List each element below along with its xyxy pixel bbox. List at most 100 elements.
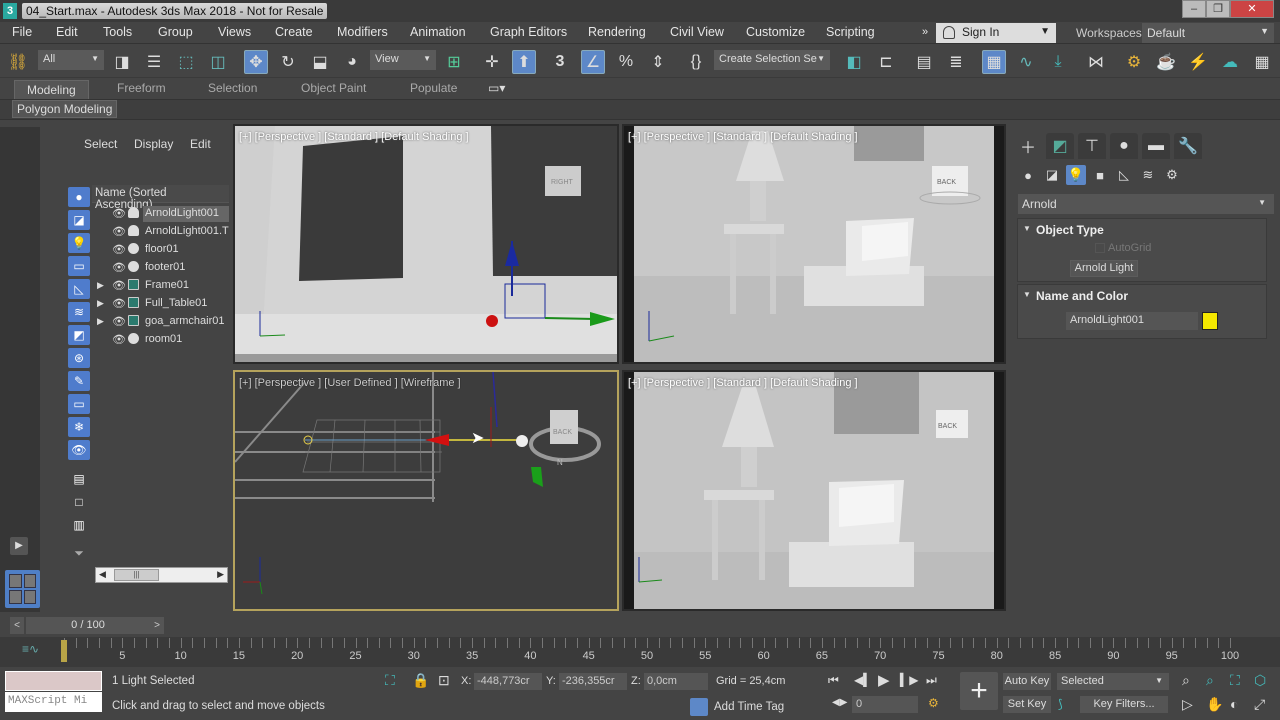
ribbon-options-icon[interactable]: ▭▾: [488, 81, 505, 95]
helpers-category-icon[interactable]: ◺: [1114, 165, 1134, 185]
geometry-category-icon[interactable]: ●: [1018, 165, 1038, 185]
ribbon-tab-object-paint[interactable]: Object Paint: [301, 81, 366, 95]
menu-views[interactable]: Views: [218, 25, 251, 39]
render-setup-icon[interactable]: ⚙: [1122, 50, 1146, 74]
window-crossing-icon[interactable]: ◫: [206, 50, 230, 74]
key-mode-toggle-icon[interactable]: ◀▶: [832, 697, 847, 708]
edit-named-selection-icon[interactable]: {}: [684, 50, 708, 74]
select-and-place-icon[interactable]: ◕: [340, 50, 364, 74]
filter-geometry-icon[interactable]: ●: [68, 187, 90, 207]
snaps-toggle-icon[interactable]: 3: [548, 50, 572, 74]
viewport-top-left[interactable]: RIGHT [+] [Perspective ] [Standard ] [De…: [233, 124, 619, 364]
display-all-icon[interactable]: ▤: [68, 469, 90, 489]
display-tab-icon[interactable]: ▬: [1142, 133, 1170, 159]
scene-explorer-scrollbar[interactable]: ◀ ||| ▶: [95, 567, 228, 583]
curve-editor-icon[interactable]: ∿: [1014, 50, 1038, 74]
ribbon-tab-selection[interactable]: Selection: [208, 81, 257, 95]
viewport-top-right[interactable]: BACK [+] [Perspective ] [Standard ] [Def…: [622, 124, 1006, 364]
menu-modifiers[interactable]: Modifiers: [337, 25, 388, 39]
restore-button[interactable]: ❐: [1206, 0, 1230, 18]
ribbon-toggle-icon[interactable]: ▦: [982, 50, 1006, 74]
zoom-extents-icon[interactable]: ⛶: [1230, 672, 1240, 689]
viewport-layout-button[interactable]: [5, 570, 40, 608]
auto-key-button[interactable]: Auto Key: [1003, 673, 1051, 690]
viewport-label[interactable]: [+] [Perspective ] [Standard ] [Default …: [239, 131, 469, 143]
lights-category-icon[interactable]: 💡: [1066, 165, 1086, 185]
ribbon-tab-freeform[interactable]: Freeform: [117, 81, 166, 95]
go-to-start-icon[interactable]: ⏮: [828, 673, 839, 688]
select-and-rotate-icon[interactable]: ↻: [276, 50, 300, 74]
schematic-view-icon[interactable]: ⋈: [1084, 50, 1108, 74]
rollout-title[interactable]: Name and Color: [1036, 289, 1128, 303]
filter-groups-icon[interactable]: ◩: [68, 325, 90, 345]
rendered-frame-window-icon[interactable]: ☕: [1154, 50, 1178, 74]
key-filters-button[interactable]: Key Filters...: [1080, 696, 1168, 713]
zoom-all-icon[interactable]: ⌕: [1206, 672, 1214, 689]
motion-tab-icon[interactable]: ●: [1110, 133, 1138, 159]
polygon-modeling-panel[interactable]: Polygon Modeling: [12, 100, 118, 118]
go-to-end-icon[interactable]: ⏭: [926, 673, 937, 688]
filter-options-icon[interactable]: ⏷: [68, 543, 90, 563]
list-item[interactable]: 👁 floor01: [95, 241, 229, 259]
utilities-tab-icon[interactable]: 🔧: [1174, 133, 1202, 159]
menu-customize[interactable]: Customize: [746, 25, 805, 39]
expand-icon[interactable]: ▶: [97, 316, 104, 327]
viewport-bottom-right[interactable]: BACK [+] [Perspective ] [Standard ] [Def…: [622, 370, 1006, 611]
visibility-eye-icon[interactable]: 👁: [112, 207, 126, 220]
hierarchy-tab-icon[interactable]: ⊤: [1078, 133, 1106, 159]
scroll-left-icon[interactable]: ◀: [99, 569, 106, 580]
dope-sheet-icon[interactable]: ⤓: [1046, 50, 1070, 74]
isolate-selection-icon[interactable]: ⛶: [385, 672, 395, 689]
field-of-view-icon[interactable]: ▷: [1182, 696, 1193, 713]
z-coordinate-input[interactable]: 0,0cm: [644, 673, 708, 690]
select-manipulate-icon[interactable]: ✛: [480, 50, 504, 74]
percent-snap-icon[interactable]: %: [614, 50, 638, 74]
frame-ruler[interactable]: 0510152025303540455055606570758085909510…: [60, 638, 1240, 664]
expand-icon[interactable]: ▶: [97, 280, 104, 291]
render-cloud-icon[interactable]: ☁: [1218, 50, 1242, 74]
zoom-icon[interactable]: ⌕: [1182, 672, 1190, 689]
rollout-title[interactable]: Object Type: [1036, 223, 1104, 237]
menu-scripting[interactable]: Scripting: [826, 25, 875, 39]
visibility-eye-icon[interactable]: 👁: [112, 261, 126, 274]
previous-key-icon[interactable]: ◀▍: [854, 673, 872, 687]
x-coordinate-input[interactable]: -448,773cr: [474, 673, 542, 690]
light-type-dropdown[interactable]: Arnold ▼: [1018, 194, 1274, 214]
visibility-eye-icon[interactable]: 👁: [112, 243, 126, 256]
menu-tools[interactable]: Tools: [103, 25, 132, 39]
space-warps-category-icon[interactable]: ≋: [1138, 165, 1158, 185]
mirror-icon[interactable]: ◧: [842, 50, 866, 74]
filter-hidden-icon[interactable]: 👁: [68, 440, 90, 460]
shapes-category-icon[interactable]: ◪: [1042, 165, 1062, 185]
collapse-icon[interactable]: ▼: [1023, 224, 1031, 233]
filter-lights-icon[interactable]: 💡: [68, 233, 90, 253]
menu-animation[interactable]: Animation: [410, 25, 466, 39]
systems-category-icon[interactable]: ⚙: [1162, 165, 1182, 185]
ribbon-tab-modeling[interactable]: Modeling: [14, 80, 89, 99]
selection-filter-dropdown[interactable]: All ▼: [38, 50, 104, 70]
angle-snap-icon[interactable]: ∠: [581, 50, 605, 74]
sign-in-dropdown[interactable]: Sign In ▼: [936, 23, 1056, 43]
visibility-eye-icon[interactable]: 👁: [112, 279, 126, 292]
viewport-label[interactable]: [+] [Perspective ] [Standard ] [Default …: [628, 377, 858, 389]
select-object-icon[interactable]: ◨: [110, 50, 134, 74]
cameras-category-icon[interactable]: ■: [1090, 165, 1110, 185]
collapse-icon[interactable]: ▼: [1023, 290, 1031, 299]
list-item[interactable]: 👁 ArnoldLight001: [95, 205, 229, 223]
filter-bones-icon[interactable]: ✎: [68, 371, 90, 391]
curve-editor-mini-icon[interactable]: ≡∿: [22, 642, 39, 656]
menu-graph-editors[interactable]: Graph Editors: [490, 25, 567, 39]
set-key-button[interactable]: Set Key: [1003, 696, 1051, 713]
viewport-bottom-left[interactable]: BACK N [+] [Perspective ] [User Defined …: [233, 370, 619, 611]
time-configuration-icon[interactable]: ⚙: [928, 696, 939, 710]
spinner-snap-icon[interactable]: ⇕: [646, 50, 670, 74]
scene-explorer-menu-edit[interactable]: Edit: [190, 137, 211, 151]
menu-edit[interactable]: Edit: [56, 25, 78, 39]
select-and-move-icon[interactable]: ✥: [244, 50, 268, 74]
filter-frozen-icon[interactable]: ❄: [68, 417, 90, 437]
add-time-tag-button[interactable]: Add Time Tag: [690, 698, 784, 716]
list-item[interactable]: 👁 room01: [95, 331, 229, 349]
menu-civil-view[interactable]: Civil View: [670, 25, 724, 39]
expand-arrow-button[interactable]: ▶: [10, 537, 28, 555]
zoom-extents-all-icon[interactable]: ⬡: [1254, 672, 1266, 689]
